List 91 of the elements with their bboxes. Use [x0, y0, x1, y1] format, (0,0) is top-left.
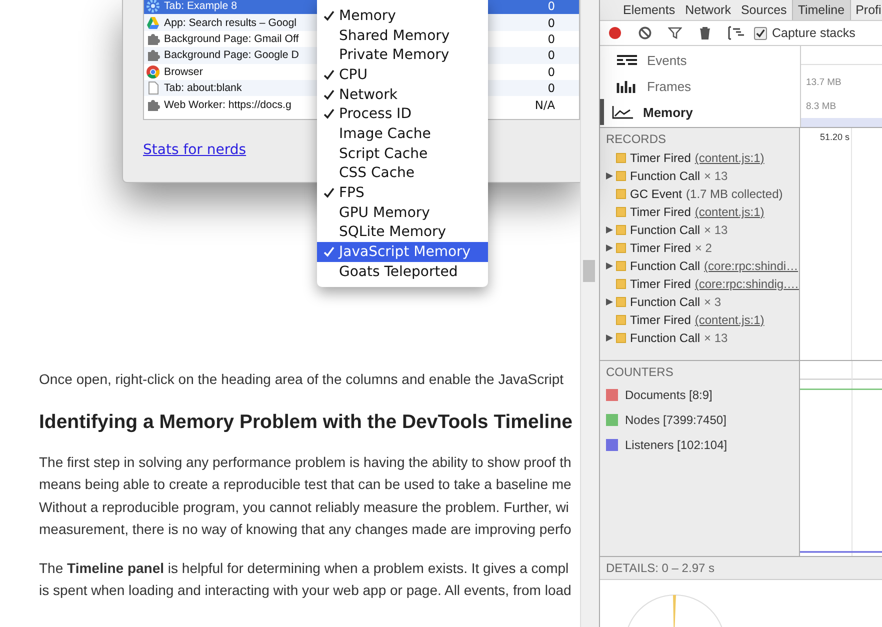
gear-icon — [146, 0, 160, 14]
puzzle-icon — [146, 98, 160, 112]
puzzle-icon — [146, 32, 160, 46]
record-icon[interactable] — [608, 26, 622, 40]
expand-arrow-icon[interactable] — [606, 334, 613, 342]
expand-arrow-icon[interactable] — [606, 244, 613, 252]
record-row[interactable]: Function Call (core:rpc:shindi… — [600, 257, 799, 275]
record-row[interactable]: Timer Fired (content.js:1) — [600, 149, 799, 167]
menu-item[interactable]: GPU Memory — [317, 202, 488, 223]
record-row[interactable]: GC Event (1.7 MB collected) — [600, 185, 799, 203]
timeline-mode-item[interactable]: Events — [600, 47, 800, 73]
checkmark-icon — [323, 246, 335, 258]
record-row[interactable]: Timer Fired × 2 — [600, 239, 799, 257]
process-value-cell: 0 — [488, 80, 579, 96]
counters-heading: COUNTERS — [605, 364, 674, 381]
counter-item[interactable]: Nodes [7399:7450] — [600, 407, 799, 432]
process-value-cell: 0 — [488, 14, 579, 31]
process-value-cell: 0 — [488, 47, 579, 64]
panel-tab[interactable]: Timeline — [792, 0, 851, 20]
panel-tab[interactable]: Sources — [736, 0, 792, 20]
menu-item[interactable]: Shared Memory — [317, 26, 488, 46]
article-paragraph: Once open, right-click on the heading area of the columns and enable the JavaScript — [39, 370, 565, 389]
record-row[interactable]: Timer Fired (content.js:1) — [600, 311, 799, 329]
stats-link[interactable]: Stats for nerds — [143, 142, 246, 158]
process-name-cell[interactable]: Browser — [144, 64, 317, 80]
menu-item[interactable]: Goats Teleported — [317, 262, 488, 282]
checkmark-icon — [323, 187, 335, 200]
process-value-cell: 0 — [488, 0, 579, 14]
checkmark-icon — [323, 108, 335, 120]
capture-stacks-label: Capture stacks — [772, 26, 856, 40]
browser-logo-icon — [146, 64, 160, 79]
line-graph-icon — [612, 105, 634, 119]
menu-item[interactable]: Network — [317, 84, 488, 104]
record-row[interactable]: Function Call × 3 — [600, 293, 799, 311]
scrollbar-thumb[interactable] — [583, 260, 595, 282]
record-row[interactable]: Function Call × 13 — [600, 221, 799, 239]
checkmark-icon — [323, 68, 335, 81]
details-heading: DETAILS: 0 – 2.97 s — [600, 557, 882, 580]
bars-icon — [616, 79, 638, 93]
events-icon — [616, 53, 638, 67]
process-value-cell-text: N/A — [534, 96, 556, 113]
axis-label: 13.7 MB — [806, 77, 842, 88]
counter-item[interactable]: Documents [8:9] — [600, 382, 799, 407]
record-row[interactable]: Timer Fired (content.js:1) — [600, 203, 799, 221]
triangle-logo-icon — [146, 16, 160, 30]
page-icon — [146, 81, 160, 96]
expand-arrow-icon[interactable] — [606, 262, 613, 270]
article-paragraph: The Timeline panel is helpful for determining when a problem exists. It gives a compl is spent when loading and interacting with your web app or page. All events, from load — [39, 558, 572, 600]
process-name-cell[interactable]: App: Search results – Googl — [144, 14, 317, 31]
expand-arrow-icon[interactable] — [606, 226, 613, 234]
process-name-cell[interactable]: Tab: about:blank — [144, 80, 317, 96]
trash-icon[interactable] — [698, 26, 712, 40]
panel-tab[interactable]: Network — [680, 0, 736, 20]
capture-stacks-checkbox[interactable] — [754, 26, 767, 40]
menu-item[interactable]: Process ID — [317, 104, 488, 124]
checkmark-icon — [323, 88, 335, 101]
record-row[interactable]: Function Call × 13 — [600, 167, 799, 185]
clear-icon[interactable] — [638, 26, 652, 40]
menu-item[interactable]: CPU — [317, 65, 488, 85]
flame-chart-icon[interactable] — [728, 26, 746, 40]
menu-item[interactable]: Memory — [317, 6, 488, 26]
section-heading: Identifying a Memory Problem with the DevTools Timeline — [39, 410, 574, 434]
process-name-cell[interactable]: Background Page: Gmail Off — [144, 30, 317, 48]
menu-item[interactable]: SQLite Memory — [317, 222, 488, 242]
axis-label: 8.3 MB — [806, 101, 836, 112]
expand-arrow-icon[interactable] — [606, 298, 613, 306]
process-name-cell[interactable]: Tab: Example 8 — [144, 0, 317, 14]
checkmark-icon — [323, 10, 335, 22]
record-row[interactable]: Function Call × 13 — [600, 329, 799, 347]
panel-tab[interactable]: Profi — [850, 0, 882, 20]
filter-icon[interactable] — [668, 26, 682, 40]
puzzle-icon — [146, 48, 160, 62]
timeline-mode-item[interactable]: Frames — [600, 73, 800, 99]
records-heading: RECORDS — [605, 131, 668, 148]
process-name-cell[interactable]: Web Worker: https://docs.g — [144, 96, 317, 113]
menu-item[interactable]: Private Memory — [317, 45, 488, 66]
expand-arrow-icon[interactable] — [606, 172, 613, 180]
panel-tab[interactable]: Elements — [618, 0, 680, 20]
process-name-cell[interactable]: Background Page: Google D — [144, 47, 317, 64]
process-value-cell-text: 0 — [546, 64, 556, 80]
menu-item[interactable]: JavaScript Memory — [317, 242, 488, 262]
record-row[interactable]: Timer Fired (core:rpc:shindig.… — [600, 275, 799, 293]
menu-item[interactable]: FPS — [317, 183, 488, 203]
article-paragraph: The first step in solving any performance problem is having the ability to show proof th means being able to create a reproducible test that can be used to take a baseline me Without a reproducible program, you cannot reliably measure the problem. Further, wi measurement, there is no way of knowing that any changes made are improving perfo — [39, 452, 572, 539]
process-value-cell-text: 0 — [546, 30, 556, 48]
menu-item[interactable]: Script Cache — [317, 144, 488, 164]
menu-item[interactable]: CSS Cache — [317, 164, 488, 184]
scrollbar[interactable] — [580, 0, 599, 627]
menu-item[interactable]: Image Cache — [317, 124, 488, 144]
time-label: 51.20 s — [820, 132, 850, 142]
counter-item[interactable]: Listeners [102:104] — [600, 432, 799, 457]
